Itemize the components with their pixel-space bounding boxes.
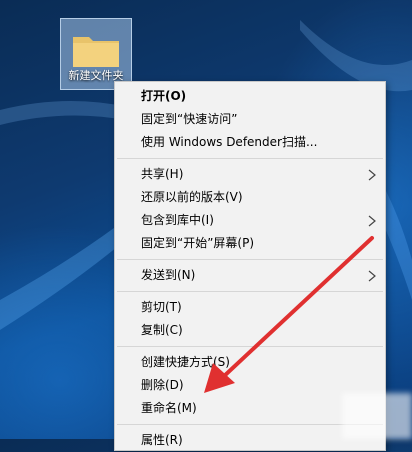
menu-item-defender-scan[interactable]: 使用 Windows Defender扫描... [115,131,385,154]
menu-item-open[interactable]: 打开(O) [115,85,385,108]
folder-icon [73,37,119,67]
menu-separator [117,291,383,292]
menu-item-send-to[interactable]: 发送到(N) [115,264,385,287]
menu-item-restore-versions[interactable]: 还原以前的版本(V) [115,186,385,209]
menu-separator [117,346,383,347]
menu-item-include-library-label: 包含到库中(I) [141,213,214,227]
menu-item-include-library[interactable]: 包含到库中(I) [115,209,385,232]
menu-item-send-to-label: 发送到(N) [141,268,196,282]
chevron-right-icon [368,270,376,282]
chevron-right-icon [368,169,376,181]
menu-item-copy[interactable]: 复制(C) [115,319,385,342]
menu-separator [117,259,383,260]
menu-item-pin-quick-access[interactable]: 固定到“快速访问” [115,108,385,131]
watermark [342,393,412,439]
menu-item-create-shortcut[interactable]: 创建快捷方式(S) [115,351,385,374]
menu-item-pin-start[interactable]: 固定到“开始”屏幕(P) [115,232,385,255]
menu-item-cut[interactable]: 剪切(T) [115,296,385,319]
menu-separator [117,158,383,159]
chevron-right-icon [368,215,376,227]
desktop-folder[interactable]: 新建文件夹 [60,18,132,90]
menu-item-share[interactable]: 共享(H) [115,163,385,186]
menu-item-share-label: 共享(H) [141,167,184,181]
